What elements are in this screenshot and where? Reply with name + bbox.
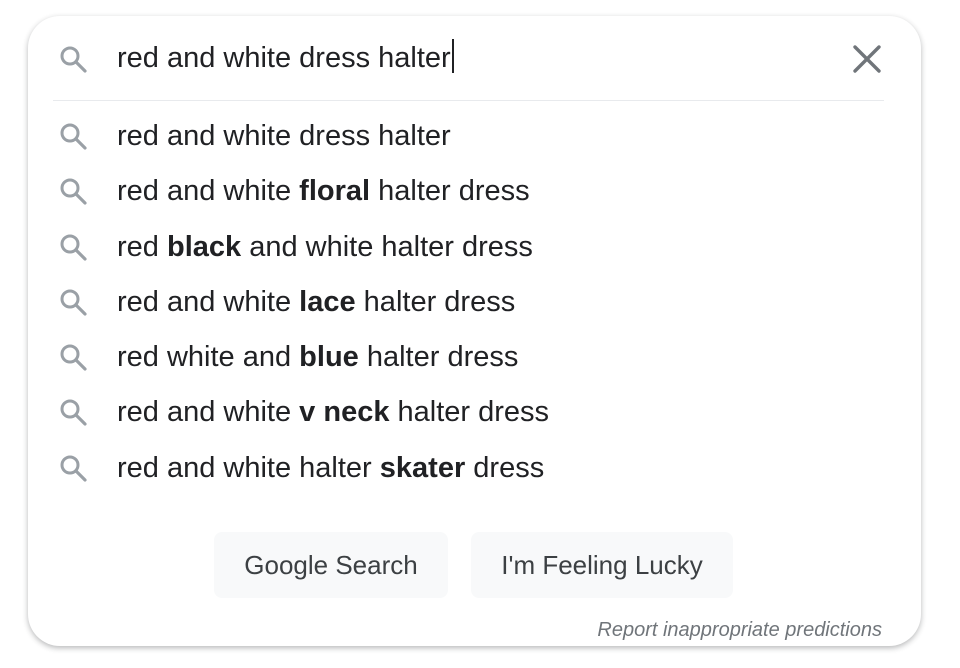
search-icon — [59, 122, 87, 150]
search-icon — [59, 233, 87, 261]
search-autocomplete-panel: red and white dress halter red and white… — [28, 16, 921, 646]
search-icon — [59, 454, 87, 482]
close-icon — [853, 45, 881, 73]
suggestion-text: red and white v neck halter dress — [117, 396, 550, 429]
suggestion-text: red and white lace halter dress — [117, 285, 516, 318]
suggestion-item[interactable]: red and white floral halter dress — [28, 163, 921, 218]
suggestion-item[interactable]: red and white v neck halter dress — [28, 384, 921, 439]
text-caret — [451, 39, 454, 73]
search-input-value: red and white dress halter — [117, 42, 451, 74]
suggestion-text: red and white dress halter — [117, 120, 451, 152]
search-icon — [59, 343, 87, 371]
search-box[interactable]: red and white dress halter — [28, 16, 921, 100]
search-icon — [59, 398, 87, 427]
suggestion-item[interactable]: red and white halter skater dress — [28, 440, 921, 495]
suggestion-item[interactable]: red white and blue halter dress — [28, 329, 921, 384]
search-icon — [59, 45, 87, 73]
clear-search-button[interactable] — [846, 38, 888, 80]
suggestion-text: red and white halter skater dress — [117, 451, 545, 484]
suggestion-item[interactable]: red black and white halter dress — [28, 219, 921, 274]
suggestion-text: red white and blue halter dress — [117, 341, 519, 374]
suggestion-item[interactable]: red and white lace halter dress — [28, 274, 921, 329]
feeling-lucky-button[interactable]: I'm Feeling Lucky — [471, 532, 733, 598]
suggestion-text: red black and white halter dress — [117, 230, 533, 263]
search-input[interactable]: red and white dress halter — [117, 38, 454, 78]
suggestion-list: red and white dress halter red and white… — [28, 108, 921, 495]
suggestion-item[interactable]: red and white dress halter — [28, 108, 921, 163]
search-icon — [59, 288, 87, 316]
google-search-button[interactable]: Google Search — [214, 532, 448, 598]
report-predictions-link[interactable]: Report inappropriate predictions — [597, 619, 882, 642]
search-icon — [59, 177, 87, 205]
divider — [53, 100, 884, 101]
suggestion-text: red and white floral halter dress — [117, 175, 530, 208]
